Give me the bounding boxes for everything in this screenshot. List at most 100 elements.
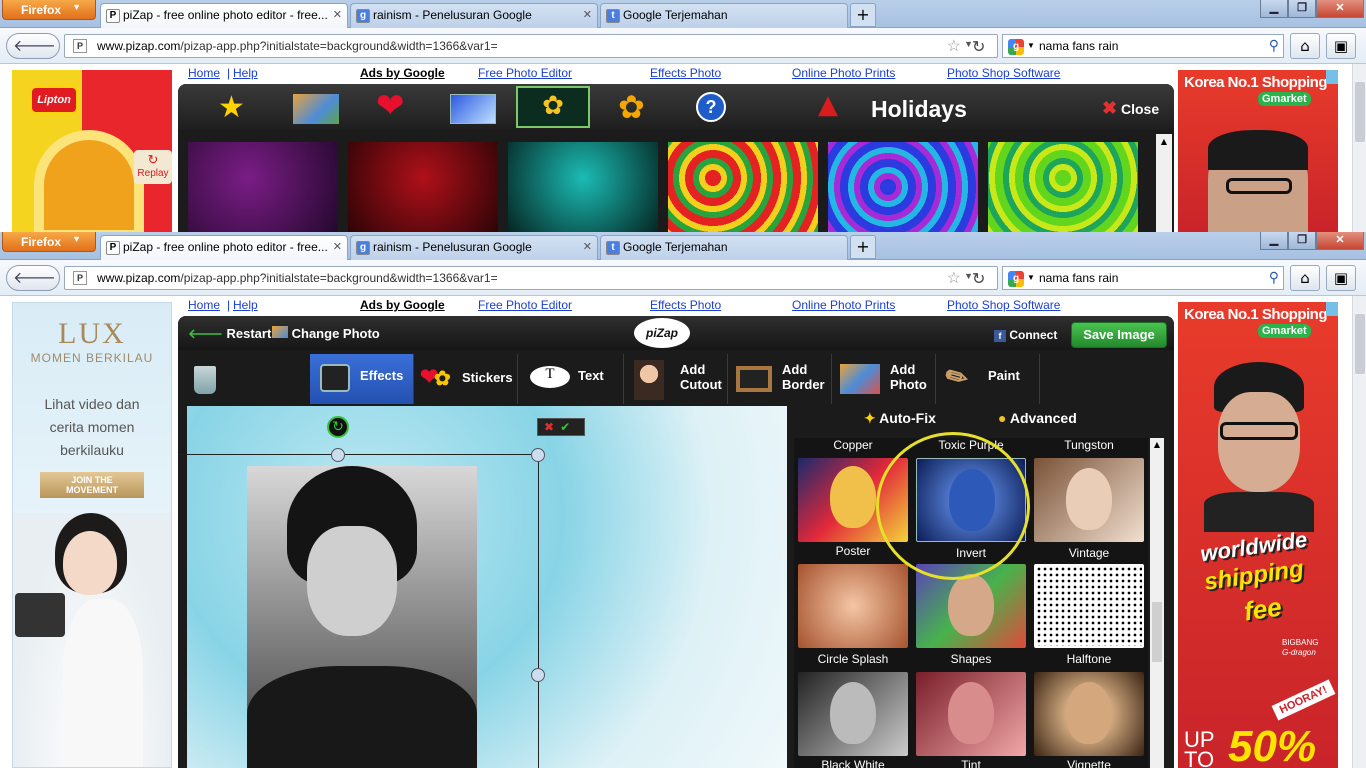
trash-icon[interactable] bbox=[194, 366, 216, 394]
close-icon[interactable]: ✕ bbox=[333, 8, 342, 21]
effect-thumb-halftone[interactable] bbox=[1034, 564, 1144, 648]
flower-icon[interactable]: ✿ bbox=[618, 88, 645, 126]
ads-by-google-link[interactable]: Ads by Google bbox=[360, 298, 445, 312]
effect-thumb-vintage[interactable] bbox=[1034, 458, 1144, 542]
tab-stickers[interactable]: ❤ ✿ Stickers bbox=[414, 354, 518, 404]
scroll-up-icon[interactable]: ▲ bbox=[1150, 438, 1164, 452]
help-link[interactable]: Help bbox=[233, 66, 258, 80]
tab-text[interactable]: T Text bbox=[518, 354, 624, 404]
background-thumb[interactable] bbox=[348, 142, 498, 232]
search-input[interactable]: g ▼ nama fans rain ⚲ bbox=[1002, 266, 1284, 290]
scroll-thumb[interactable] bbox=[1355, 82, 1365, 142]
home-button[interactable]: ⌂ bbox=[1290, 265, 1320, 291]
rotate-icon[interactable]: ↻ bbox=[327, 416, 349, 438]
autofix-button[interactable]: ✦ Auto-Fix bbox=[864, 410, 936, 427]
back-forward-buttons[interactable]: 🡐 🡒 bbox=[6, 33, 60, 79]
firefox-menu-button[interactable]: Firefox ▼ bbox=[2, 0, 96, 20]
confirm-icon[interactable]: ✔ bbox=[560, 420, 570, 434]
gmarket-ad[interactable]: Korea No.1 Shopping Gmarket bbox=[1178, 70, 1338, 232]
photo-shop-software-link[interactable]: Photo Shop Software bbox=[947, 66, 1060, 80]
close-window-button[interactable]: ✕ bbox=[1316, 232, 1364, 250]
background-thumb[interactable] bbox=[188, 142, 338, 232]
tab-add-photo[interactable]: Add Photo bbox=[832, 354, 936, 404]
photo-canvas[interactable]: ↻ ✖ ✔ bbox=[178, 406, 787, 768]
tab-pizap[interactable]: PpiZap - free online photo editor - free… bbox=[100, 235, 348, 261]
url-bar[interactable]: Pwww.pizap.com/pizap-app.php?initialstat… bbox=[64, 266, 998, 290]
effects-scrollbar[interactable]: ▲ bbox=[1150, 438, 1164, 768]
tab-google-search[interactable]: g rainism - Penelusuran Google ✕ bbox=[350, 235, 598, 260]
lux-ad[interactable]: LUX MOMEN BERKILAU Lihat video dan cerit… bbox=[12, 302, 172, 768]
close-button[interactable]: ✖ Close bbox=[1102, 98, 1159, 119]
cancel-icon[interactable]: ✖ bbox=[538, 420, 560, 434]
effects-photo-link[interactable]: Effects Photo bbox=[650, 66, 721, 80]
free-photo-editor-link[interactable]: Free Photo Editor bbox=[478, 298, 572, 312]
photo-shop-software-link[interactable]: Photo Shop Software bbox=[947, 298, 1060, 312]
new-tab-button[interactable]: + bbox=[850, 235, 876, 259]
tab-google-search[interactable]: g rainism - Penelusuran Google ✕ bbox=[350, 3, 598, 28]
online-photo-prints-link[interactable]: Online Photo Prints bbox=[792, 66, 895, 80]
back-forward-buttons[interactable]: 🡐 🡒 bbox=[6, 265, 60, 311]
tab-pizap[interactable]: PpiZap - free online photo editor - free… bbox=[100, 3, 348, 29]
resize-handle[interactable] bbox=[531, 668, 545, 682]
online-photo-prints-link[interactable]: Online Photo Prints bbox=[792, 298, 895, 312]
bookmarks-button[interactable]: ▣ bbox=[1326, 265, 1356, 291]
selection-box[interactable] bbox=[178, 454, 539, 768]
tab-add-border[interactable]: Add Border bbox=[728, 354, 832, 404]
landscape-icon[interactable] bbox=[293, 94, 339, 124]
scroll-thumb[interactable] bbox=[1355, 314, 1365, 374]
replay-button[interactable]: ↻ Replay bbox=[134, 150, 172, 184]
change-photo-button[interactable]: Change Photo bbox=[272, 326, 380, 341]
join-movement-button[interactable]: JOIN THE MOVEMENT bbox=[40, 472, 144, 498]
bookmark-star-icon[interactable]: ☆ bbox=[947, 36, 961, 56]
reload-icon[interactable]: ↻ bbox=[972, 37, 985, 56]
search-icon[interactable]: ⚲ bbox=[1269, 269, 1279, 286]
reload-icon[interactable]: ↻ bbox=[972, 269, 985, 288]
bookmarks-button[interactable]: ▣ bbox=[1326, 33, 1356, 59]
home-button[interactable]: ⌂ bbox=[1290, 33, 1320, 59]
url-bar[interactable]: Pwww.pizap.com/pizap-app.php?initialstat… bbox=[64, 34, 998, 58]
background-thumb[interactable] bbox=[988, 142, 1138, 232]
close-icon[interactable]: ✕ bbox=[583, 8, 592, 21]
scroll-up-icon[interactable]: ▲ bbox=[1156, 134, 1172, 150]
bookmark-star-icon[interactable]: ☆ bbox=[947, 268, 961, 288]
restart-button[interactable]: 🡐 Restart bbox=[188, 326, 271, 342]
search-input[interactable]: g ▼ nama fans rain ⚲ bbox=[1002, 34, 1284, 58]
search-icon[interactable]: ⚲ bbox=[1269, 37, 1279, 54]
star-icon[interactable]: ★ bbox=[218, 90, 245, 125]
save-image-button[interactable]: Save Image bbox=[1071, 322, 1167, 348]
adchoices-icon[interactable] bbox=[1326, 302, 1338, 316]
home-link[interactable]: Home bbox=[188, 298, 220, 312]
resize-handle[interactable] bbox=[331, 448, 345, 462]
effect-thumb-vignette[interactable] bbox=[1034, 672, 1144, 756]
gmarket-ad[interactable]: Korea No.1 Shopping Gmarket worldwide sh… bbox=[1178, 302, 1338, 768]
resize-handle[interactable] bbox=[531, 448, 545, 462]
ads-by-google-link[interactable]: Ads by Google bbox=[360, 66, 445, 80]
effect-thumb-black-white[interactable] bbox=[798, 672, 908, 756]
minimize-button[interactable]: ▁ bbox=[1260, 232, 1288, 250]
free-photo-editor-link[interactable]: Free Photo Editor bbox=[478, 66, 572, 80]
thumb-scrollbar[interactable]: ▲ bbox=[1156, 134, 1172, 232]
swirl-icon[interactable]: ✿ bbox=[516, 86, 590, 128]
background-thumb[interactable] bbox=[828, 142, 978, 232]
scroll-thumb[interactable] bbox=[1152, 602, 1162, 662]
firefox-menu-button[interactable]: Firefox ▼ bbox=[2, 232, 96, 252]
background-thumb[interactable] bbox=[668, 142, 818, 232]
advanced-button[interactable]: ● Advanced bbox=[998, 410, 1077, 426]
new-tab-button[interactable]: + bbox=[850, 3, 876, 27]
back-arrow-icon[interactable]: 🡐 bbox=[13, 36, 56, 55]
help-link[interactable]: Help bbox=[233, 298, 258, 312]
effects-photo-link[interactable]: Effects Photo bbox=[650, 298, 721, 312]
effect-thumb-circle-splash[interactable] bbox=[798, 564, 908, 648]
minimize-button[interactable]: ▁ bbox=[1260, 0, 1288, 18]
chevron-down-icon[interactable]: ▼ bbox=[1027, 41, 1035, 50]
adchoices-icon[interactable] bbox=[1326, 70, 1338, 84]
help-icon[interactable]: ? bbox=[696, 92, 726, 122]
background-thumb[interactable] bbox=[508, 142, 658, 232]
tab-effects[interactable]: Effects bbox=[310, 354, 414, 404]
tab-add-cutout[interactable]: Add Cutout bbox=[624, 354, 728, 404]
close-window-button[interactable]: ✕ bbox=[1316, 0, 1364, 18]
pattern-icon[interactable] bbox=[450, 94, 496, 124]
tab-google-translate[interactable]: t Google Terjemahan bbox=[600, 235, 848, 260]
facebook-connect-button[interactable]: f Connect bbox=[994, 328, 1057, 342]
home-link[interactable]: Home bbox=[188, 66, 220, 80]
